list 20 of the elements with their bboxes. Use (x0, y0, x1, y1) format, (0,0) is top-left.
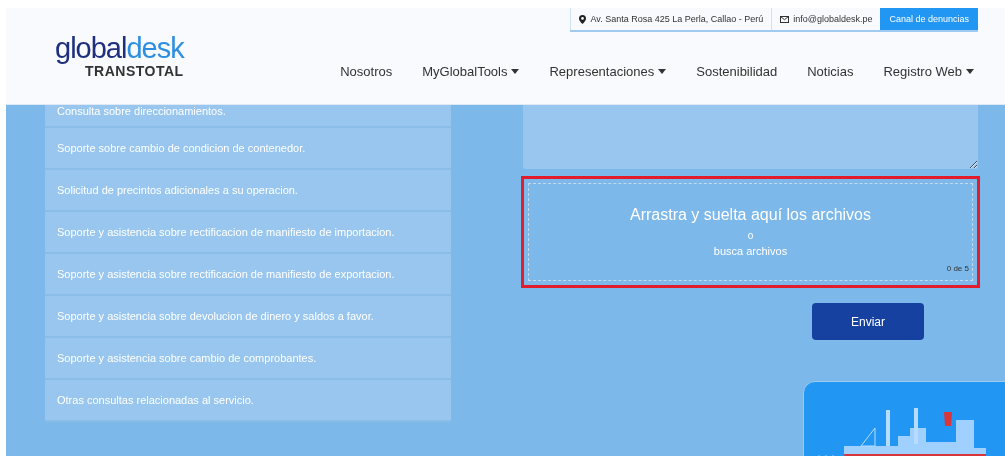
caret-down-icon (511, 69, 520, 74)
dropzone-title: Arrastra y suelta aquí los archivos (630, 206, 871, 224)
file-counter: 0 de 5 (946, 264, 969, 273)
message-textarea[interactable] (523, 105, 978, 169)
nav-link[interactable]: Registro Web (883, 64, 974, 79)
address-text: Av. Santa Rosa 425 La Perla, Callao - Perú (570, 8, 772, 30)
nav-link[interactable]: Noticias (807, 64, 854, 79)
logo-tagline: TRANSTOTAL (85, 63, 184, 79)
nav-link[interactable]: Nosotros (340, 64, 393, 79)
file-dropzone[interactable]: Arrastra y suelta aquí los archivos o busca archivos 0 de 5 (521, 176, 980, 288)
envelope-icon (780, 15, 790, 23)
logo-wordmark[interactable]: globaldesk (55, 33, 184, 63)
location-pin-icon (579, 14, 587, 24)
nav-link[interactable]: MyGlobalTools (422, 64, 520, 79)
or-separator: o (747, 230, 754, 241)
nav-link[interactable]: Representaciones (549, 64, 667, 79)
caret-down-icon (658, 69, 667, 74)
submit-button[interactable]: Enviar (812, 303, 924, 340)
caret-down-icon (966, 69, 974, 74)
nav-link[interactable]: Sostenibilidad (696, 64, 778, 79)
